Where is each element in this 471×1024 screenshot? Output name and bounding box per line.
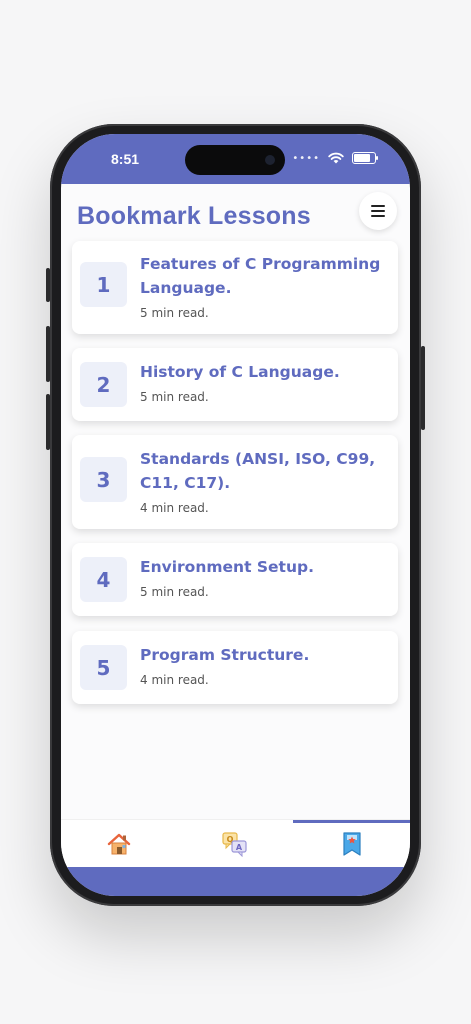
home-indicator-bar xyxy=(61,867,410,896)
wifi-icon xyxy=(328,152,344,164)
camera-icon xyxy=(265,155,275,165)
dynamic-island xyxy=(185,145,285,175)
lesson-title: History of C Language. xyxy=(140,363,340,381)
lesson-read-time: 4 min read. xyxy=(140,501,209,515)
status-time: 8:51 xyxy=(111,151,140,167)
bookmark-icon xyxy=(342,832,361,856)
battery-icon xyxy=(352,152,378,164)
app-screen: 8:51 •••• Bookmark Lessons 1 Features of… xyxy=(61,134,410,896)
lesson-card-4[interactable]: 4 Environment Setup. 5 min read. xyxy=(72,543,398,616)
lesson-read-time: 5 min read. xyxy=(140,390,209,404)
tab-home[interactable] xyxy=(61,820,177,868)
lesson-card-3[interactable]: 3 Standards (ANSI, ISO, C99, C11, C17). … xyxy=(72,435,398,529)
hamburger-icon xyxy=(371,205,385,207)
lesson-number: 2 xyxy=(80,362,127,407)
lesson-title: Standards (ANSI, ISO, C99, C11, C17). xyxy=(140,450,376,492)
lesson-card-2[interactable]: 2 History of C Language. 5 min read. xyxy=(72,348,398,421)
lesson-card-5[interactable]: 5 Program Structure. 4 min read. xyxy=(72,631,398,704)
lesson-number: 4 xyxy=(80,557,127,602)
lesson-number: 1 xyxy=(80,262,127,307)
lesson-title: Program Structure. xyxy=(140,646,310,664)
status-icons: •••• xyxy=(292,152,378,164)
bottom-tab-bar: Q A xyxy=(61,819,410,868)
lesson-number: 3 xyxy=(80,457,127,502)
lesson-card-1[interactable]: 1 Features of C Programming Language. 5 … xyxy=(72,241,398,334)
tab-bookmarks[interactable] xyxy=(293,820,410,868)
home-icon xyxy=(107,833,131,855)
menu-button[interactable] xyxy=(359,192,397,230)
power-button xyxy=(421,346,425,430)
tab-questions[interactable]: Q A xyxy=(177,820,293,868)
action-button xyxy=(46,268,50,302)
status-bar: 8:51 •••• xyxy=(61,134,410,184)
page-title: Bookmark Lessons xyxy=(77,202,311,230)
volume-up-button xyxy=(46,326,50,382)
lesson-read-time: 4 min read. xyxy=(140,673,209,687)
lesson-title: Features of C Programming Language. xyxy=(140,255,381,297)
qa-icon: Q A xyxy=(222,832,247,857)
lesson-read-time: 5 min read. xyxy=(140,585,209,599)
lesson-read-time: 5 min read. xyxy=(140,306,209,320)
volume-down-button xyxy=(46,394,50,450)
signal-icon: •••• xyxy=(292,152,320,164)
svg-text:A: A xyxy=(236,843,243,852)
lesson-number: 5 xyxy=(80,645,127,690)
lesson-title: Environment Setup. xyxy=(140,558,314,576)
